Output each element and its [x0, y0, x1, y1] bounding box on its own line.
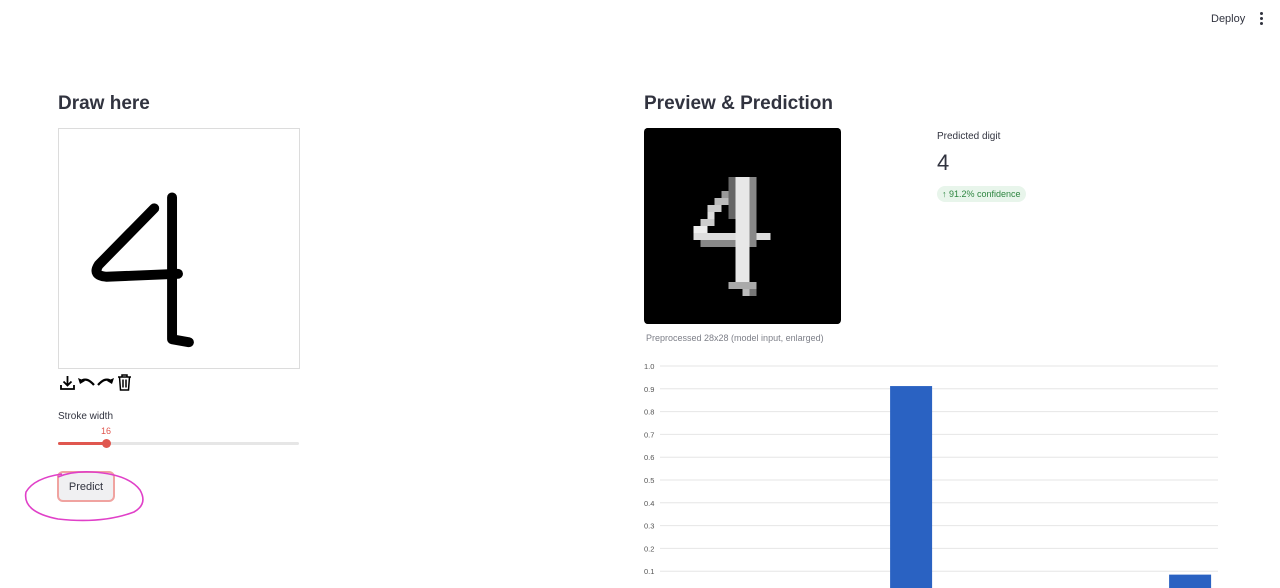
y-tick-label: 0.6 — [644, 453, 654, 462]
deploy-button[interactable]: Deploy — [1211, 13, 1245, 25]
top-bar: Deploy — [0, 0, 1280, 40]
canvas-toolbar — [58, 372, 134, 392]
stroke-width-slider[interactable] — [58, 442, 299, 445]
undo-icon[interactable] — [77, 372, 96, 392]
confidence-text: 91.2% confidence — [949, 189, 1021, 199]
y-tick-label: 1.0 — [644, 362, 654, 371]
y-tick-label: 0.9 — [644, 385, 654, 394]
predicted-digit-value: 4 — [937, 150, 950, 175]
stroke-width-label: Stroke width — [58, 411, 114, 422]
confidence-badge: ↑ 91.2% confidence — [937, 186, 1026, 202]
preview-heading: Preview & Prediction — [644, 93, 834, 114]
slider-thumb[interactable] — [101, 439, 111, 448]
draw-heading: Draw here — [58, 93, 150, 114]
trash-icon[interactable] — [115, 372, 134, 392]
y-tick-label: 0.4 — [644, 499, 654, 508]
probability-chart: 0.00.10.20.30.40.50.60.70.80.91.0 — [644, 362, 1218, 588]
bar-4 — [890, 386, 933, 588]
y-tick-label: 0.8 — [644, 408, 654, 417]
stroke-width-value: 16 — [101, 426, 112, 436]
kebab-menu-icon[interactable] — [1256, 12, 1266, 28]
y-tick-label: 0.7 — [644, 430, 654, 439]
y-tick-label: 0.5 — [644, 476, 654, 485]
drawing-canvas[interactable] — [58, 128, 300, 369]
bar-9 — [1169, 574, 1212, 588]
preview-image — [644, 128, 841, 324]
drawn-digit — [91, 192, 194, 348]
metric-label: Predicted digit — [937, 131, 1001, 142]
download-icon[interactable] — [58, 372, 77, 392]
redo-icon[interactable] — [96, 372, 115, 392]
y-tick-label: 0.3 — [644, 522, 654, 531]
slider-fill — [58, 442, 107, 445]
y-tick-label: 0.2 — [644, 544, 654, 553]
arrow-up-icon: ↑ — [942, 189, 947, 199]
preview-caption: Preprocessed 28x28 (model input, enlarge… — [646, 333, 824, 343]
predict-button[interactable]: Predict — [57, 471, 115, 502]
y-tick-label: 0.1 — [644, 567, 654, 576]
